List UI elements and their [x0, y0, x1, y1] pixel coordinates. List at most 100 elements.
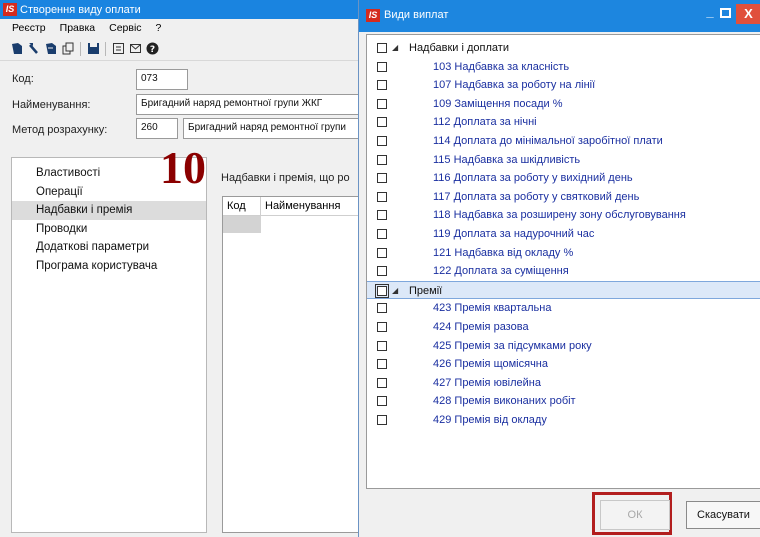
menu-registry[interactable]: Реєстр [12, 22, 46, 34]
menu-edit[interactable]: Правка [60, 22, 95, 34]
form-icon[interactable] [111, 42, 125, 56]
tree-item-label: 427 Премія ювілейна [433, 376, 541, 389]
tree-item-row[interactable]: 112 Доплата за нічні [367, 113, 760, 131]
tree-item-row[interactable]: 429 Премія від окладу [367, 411, 760, 429]
collapse-arrow-icon[interactable]: ◢ [392, 39, 398, 57]
checkbox[interactable] [377, 98, 387, 109]
tree-item-row[interactable]: 103 Надбавка за класність [367, 58, 760, 76]
help-icon[interactable]: ? [145, 42, 159, 56]
new-icon[interactable] [10, 42, 24, 56]
grid-selected-cell[interactable] [223, 216, 261, 233]
checkbox[interactable] [377, 80, 387, 91]
checkbox[interactable] [377, 340, 387, 351]
tree-group-row[interactable]: ◢ Надбавки і доплати [367, 39, 760, 57]
nav-item-bonuses[interactable]: Надбавки і премія [12, 201, 206, 220]
tree-item-row[interactable]: 122 Доплата за суміщення [367, 262, 760, 280]
main-window-title: Створення виду оплати [20, 3, 141, 16]
dialog-titlebar: IS Види виплат _ X [359, 0, 760, 32]
checkbox[interactable] [377, 415, 387, 425]
tree-item-row[interactable]: 427 Премія ювілейна [367, 374, 760, 392]
step-number-annotation: 10 [160, 142, 206, 193]
checkbox[interactable] [377, 396, 387, 407]
maximize-button[interactable] [720, 8, 731, 18]
tree-item-label: 423 Премія квартальна [433, 302, 552, 315]
dialog-title: Види виплат [384, 9, 449, 21]
method-name-input[interactable]: Бригадний наряд ремонтної групи [183, 118, 360, 139]
tree-item-label: 122 Доплата за суміщення [433, 265, 569, 278]
payment-types-tree[interactable]: ◢ Надбавки і доплати 103 Надбавка за класн… [366, 34, 760, 489]
menu-service[interactable]: Сервіс [109, 22, 141, 34]
bonuses-grid[interactable]: Код Найменування [222, 196, 368, 533]
grid-header-code[interactable]: Код [223, 197, 261, 216]
tree-item-row[interactable]: 428 Премія виконаних робіт [367, 392, 760, 410]
checkbox[interactable] [377, 247, 387, 258]
tree-item-row[interactable]: 116 Доплата за роботу у вихідний день [367, 169, 760, 187]
toolbar-separator [105, 41, 106, 56]
copy-icon[interactable] [44, 42, 58, 56]
close-button[interactable]: X [736, 4, 760, 24]
svg-text:?: ? [149, 45, 154, 55]
tree-item-row[interactable]: 121 Надбавка від окладу % [367, 244, 760, 262]
checkbox[interactable] [377, 43, 387, 53]
checkbox[interactable] [377, 377, 387, 388]
tree-item-label: 107 Надбавка за роботу на лінії [433, 79, 596, 92]
save-icon[interactable] [86, 42, 100, 56]
checkbox[interactable] [377, 136, 387, 146]
name-input[interactable]: Бригадний наряд ремонтної групи ЖКГ [136, 94, 360, 115]
cancel-button[interactable]: Скасувати [686, 501, 760, 529]
tree-item-label: 114 Доплата до мінімальної заробітної пл… [433, 135, 663, 147]
nav-item-additional-params[interactable]: Додаткові параметри [12, 238, 206, 257]
checkbox[interactable] [377, 173, 387, 184]
checkbox[interactable] [377, 154, 387, 165]
ok-button[interactable]: ОК [600, 500, 670, 530]
checkbox[interactable] [377, 210, 387, 221]
tree-item-row[interactable]: 426 Премія щомісячна [367, 355, 760, 373]
tree-item-label: 424 Премія разова [433, 321, 529, 333]
code-input[interactable]: 073 [136, 69, 188, 90]
tree-group-label: Премії [409, 284, 443, 297]
checkbox[interactable] [375, 283, 389, 298]
copy-window-icon[interactable] [61, 42, 75, 56]
tree-item-row[interactable]: 424 Премія разова [367, 318, 760, 336]
toolbar-separator [80, 41, 81, 56]
code-label: Код: [12, 73, 34, 85]
tree-item-label: 115 Надбавка за шкідливість [433, 153, 581, 166]
nav-item-user-program[interactable]: Програма користувача [12, 257, 206, 276]
checkbox[interactable] [377, 61, 387, 72]
nav-item-postings[interactable]: Проводки [12, 220, 206, 239]
dialog-app-logo: IS [366, 9, 380, 22]
checkbox[interactable] [377, 303, 387, 314]
tree-item-row[interactable]: 117 Доплата за роботу у святковий день [367, 188, 760, 206]
minimize-button[interactable]: _ [702, 5, 718, 21]
tree-item-row[interactable]: 107 Надбавка за роботу на лінії [367, 76, 760, 94]
collapse-arrow-icon[interactable]: ◢ [392, 282, 398, 300]
mail-icon[interactable] [128, 42, 142, 56]
tree-item-row[interactable]: 425 Премія за підсумками року [367, 337, 760, 355]
edit-icon[interactable] [27, 42, 41, 56]
grid-header-name[interactable]: Найменування [261, 197, 368, 216]
tree-item-row[interactable]: 119 Доплата за надурочний час [367, 225, 760, 243]
tree-item-label: 103 Надбавка за класність [433, 60, 570, 73]
tree-item-row[interactable]: 118 Надбавка за розширену зону обслугову… [367, 206, 760, 224]
checkbox[interactable] [377, 191, 387, 202]
checkbox[interactable] [377, 229, 387, 239]
tree-item-row[interactable]: 423 Премія квартальна [367, 299, 760, 317]
checkbox[interactable] [377, 117, 387, 128]
tree-item-row[interactable]: 109 Заміщення посади % [367, 95, 760, 113]
tree-group-row[interactable]: ◢ Премії [367, 280, 760, 300]
checkbox[interactable] [377, 266, 387, 277]
tree-item-label: 121 Надбавка від окладу % [433, 246, 574, 259]
checkbox[interactable] [377, 359, 387, 370]
menu-help[interactable]: ? [156, 22, 162, 34]
tree-item-label: 428 Премія виконаних робіт [433, 395, 576, 408]
tree-item-label: 119 Доплата за надурочний час [433, 228, 595, 240]
method-label: Метод розрахунку: [12, 124, 108, 136]
tree-item-row[interactable]: 115 Надбавка за шкідливість [367, 151, 760, 169]
tree-group-label: Надбавки і доплати [409, 42, 509, 54]
checkbox[interactable] [377, 322, 387, 332]
tree-item-label: 426 Премія щомісячна [433, 358, 549, 371]
tree-item-row[interactable]: 114 Доплата до мінімальної заробітної пл… [367, 132, 760, 150]
tree-item-label: 429 Премія від окладу [433, 414, 547, 426]
bonuses-caption: Надбавки і премія, що ро [221, 172, 350, 184]
method-code-input[interactable]: 260 [136, 118, 178, 139]
